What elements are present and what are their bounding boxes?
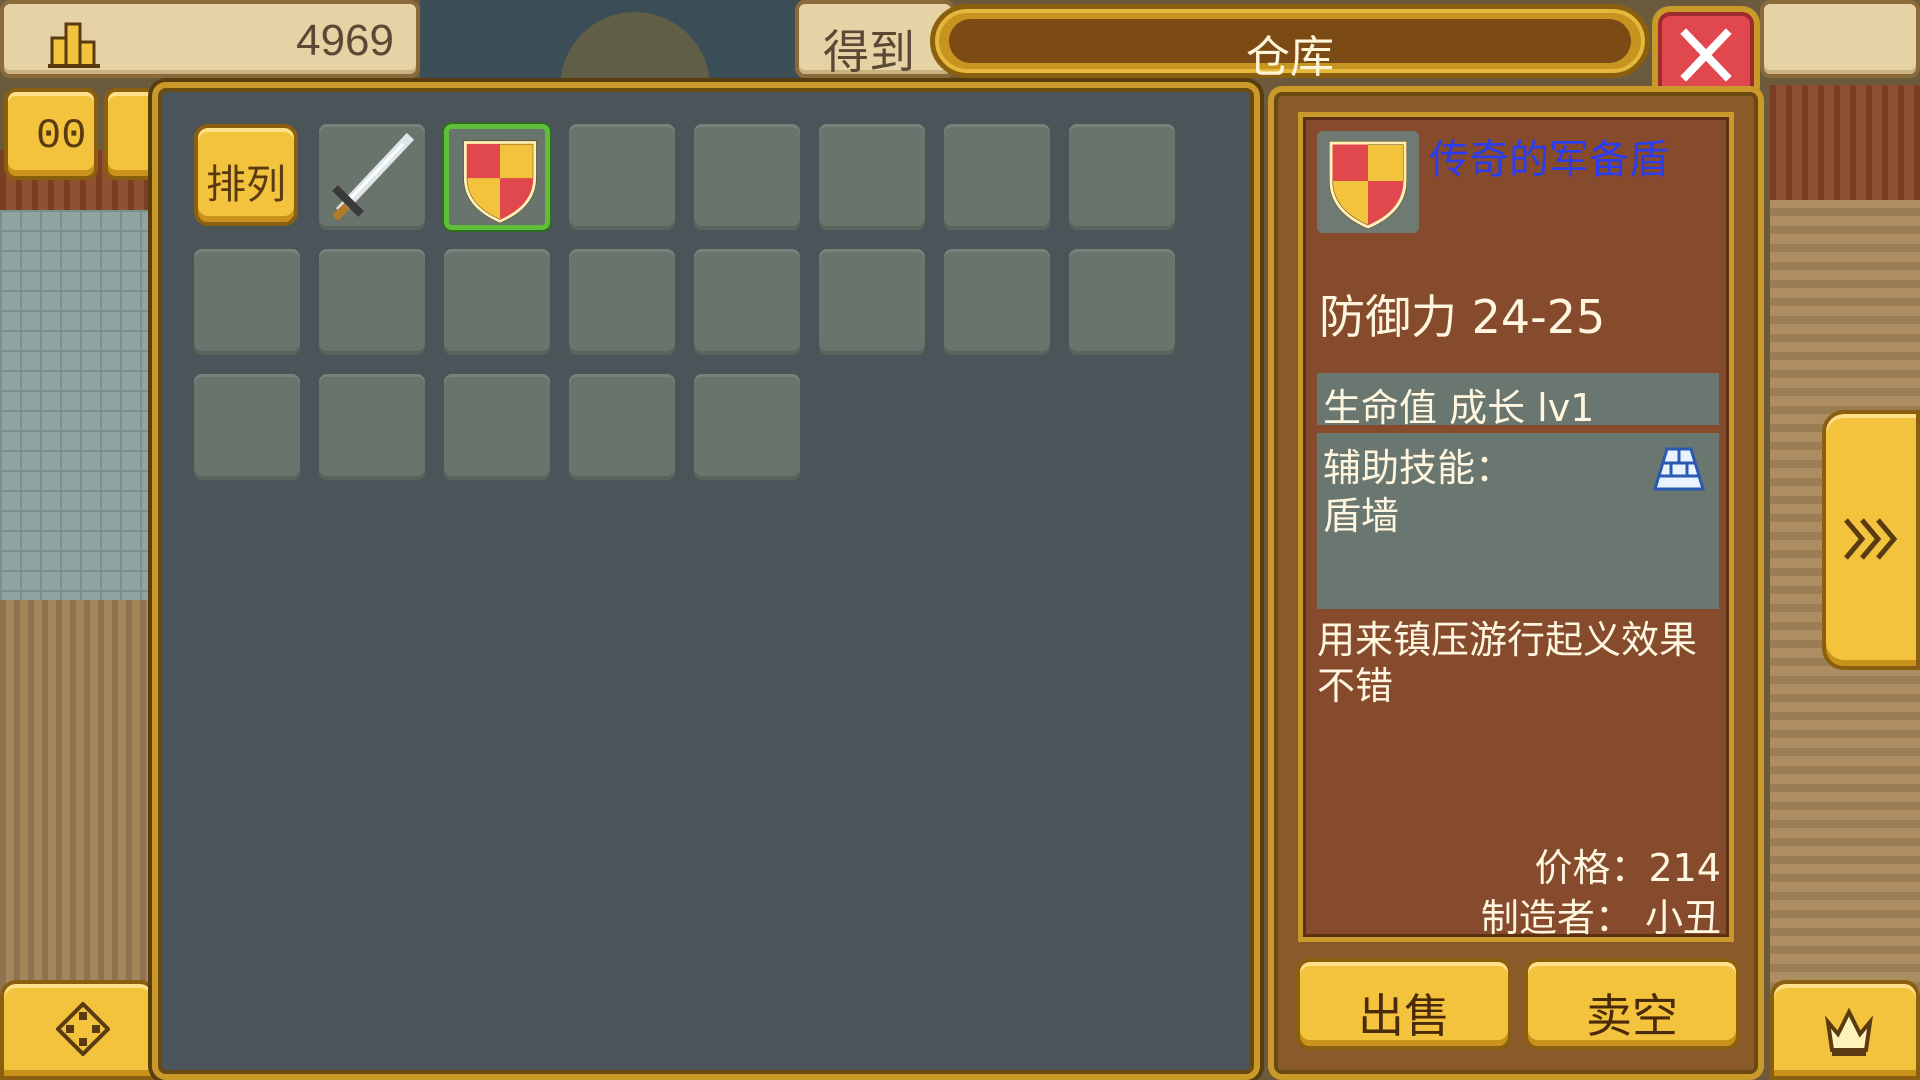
top-right-plank — [1760, 0, 1920, 78]
gold-value: 4969 — [296, 16, 394, 65]
sell-button[interactable]: 出售 — [1296, 958, 1512, 1050]
growth-text: 生命值 成长 lv1 — [1323, 386, 1595, 430]
inventory-slot-empty[interactable] — [444, 374, 550, 480]
inventory-slot-empty[interactable] — [569, 374, 675, 480]
inventory-slot-empty[interactable] — [319, 374, 425, 480]
inventory-slot-empty[interactable] — [819, 249, 925, 355]
crown-icon — [1825, 1007, 1873, 1056]
item-maker: 制造者： 小丑 — [1480, 896, 1721, 940]
inventory-slot-empty[interactable] — [694, 249, 800, 355]
inventory-slot-empty[interactable] — [194, 249, 300, 355]
inventory-slot-empty[interactable] — [1069, 249, 1175, 355]
gold-bars-icon — [48, 22, 100, 68]
storage-panel: 排列 — [152, 82, 1260, 1080]
crown-button[interactable] — [1770, 980, 1920, 1080]
sort-label: 排列 — [206, 162, 286, 208]
inventory-slot-empty[interactable] — [444, 249, 550, 355]
inventory-slot-empty[interactable] — [694, 374, 800, 480]
growth-box: 生命值 成长 lv1 — [1317, 373, 1719, 430]
item-description: 用来镇压游行起义效果不错 — [1317, 618, 1698, 708]
item-name: 传奇的军备盾 — [1429, 137, 1669, 183]
item-detail-frame: 传奇的军备盾 防御力 24-25 生命值 成长 lv1 辅助技能： 盾墙 用来镇… — [1268, 86, 1764, 1080]
close-icon — [1680, 28, 1732, 82]
shield-wall-icon[interactable] — [1653, 447, 1705, 491]
sell-all-button[interactable]: 卖空 — [1524, 958, 1740, 1050]
item-detail-panel: 传奇的军备盾 防御力 24-25 生命值 成长 lv1 辅助技能： 盾墙 用来镇… — [1298, 112, 1734, 942]
inventory-slot-sword[interactable] — [319, 124, 425, 230]
shield-icon — [1329, 141, 1407, 230]
item-price: 价格：214 — [1534, 846, 1721, 890]
map-button[interactable] — [0, 980, 156, 1080]
dpad-map-icon — [56, 1002, 110, 1056]
sell-all-label: 卖空 — [1586, 989, 1678, 1043]
fast-forward-icon — [1844, 518, 1898, 560]
stone-floor — [0, 210, 160, 600]
inventory-slot-empty[interactable] — [944, 124, 1050, 230]
title-bar: 仓库 — [930, 4, 1650, 83]
inventory-slot-empty[interactable] — [1069, 124, 1175, 230]
obtain-label: 得到 — [823, 25, 915, 79]
sort-button[interactable]: 排列 — [194, 124, 298, 226]
sword-icon — [332, 132, 415, 221]
inventory-slot-shield[interactable] — [444, 124, 550, 230]
pause-label: 00 — [36, 112, 87, 160]
inventory-slot-empty[interactable] — [819, 124, 925, 230]
wood-floor-right — [1770, 85, 1920, 205]
page-title: 仓库 — [1246, 32, 1334, 83]
inventory-slot-empty[interactable] — [694, 124, 800, 230]
skill-name: 盾墙 — [1323, 494, 1400, 538]
next-button[interactable] — [1822, 410, 1920, 670]
skill-label: 辅助技能： — [1323, 446, 1514, 490]
inventory-slot-empty[interactable] — [569, 124, 675, 230]
game-screen: 4969 得到 仓库 00 排列 传奇的军备盾 防御力 24-25 生命值 成长… — [0, 0, 1920, 1080]
item-icon-box — [1317, 131, 1419, 233]
inventory-slot-empty[interactable] — [194, 374, 300, 480]
inventory-slot-empty[interactable] — [944, 249, 1050, 355]
defense-stat: 防御力 24-25 — [1319, 290, 1606, 344]
shield-icon — [463, 140, 537, 224]
inventory-slot-empty[interactable] — [319, 249, 425, 355]
inventory-slot-empty[interactable] — [569, 249, 675, 355]
skill-box: 辅助技能： 盾墙 — [1317, 433, 1719, 609]
gold-counter: 4969 — [0, 0, 420, 78]
sell-label: 出售 — [1358, 989, 1450, 1043]
pause-button[interactable]: 00 — [4, 88, 98, 180]
